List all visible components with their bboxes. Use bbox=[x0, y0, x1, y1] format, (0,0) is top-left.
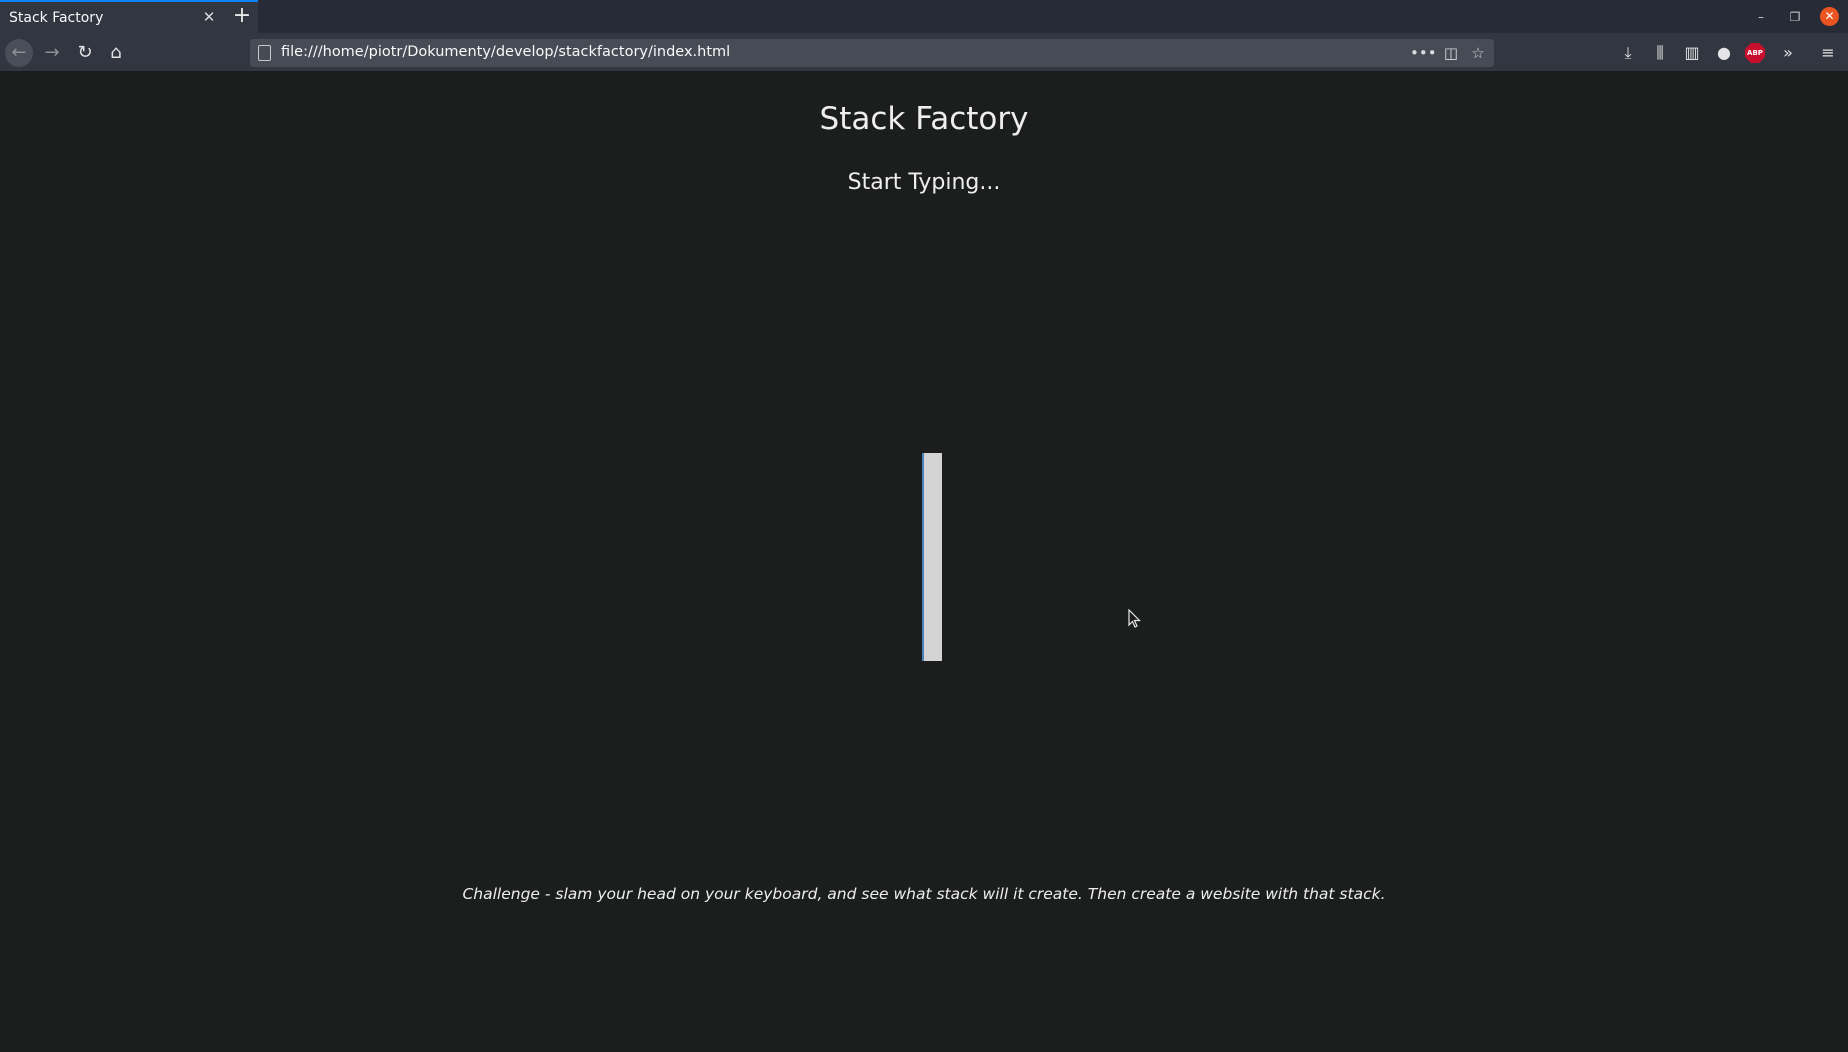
bookmark-star-icon[interactable]: ☆ bbox=[1467, 43, 1489, 63]
tab-strip: Stack Factory ✕ + – ❐ ✕ bbox=[0, 0, 1848, 33]
tab-title: Stack Factory bbox=[9, 10, 104, 26]
page-icon bbox=[258, 45, 271, 61]
page-actions-icon[interactable]: ••• bbox=[1410, 43, 1437, 63]
close-tab-icon[interactable]: ✕ bbox=[198, 6, 220, 28]
home-button[interactable]: ⌂ bbox=[102, 39, 130, 67]
adblock-plus-icon[interactable]: ABP bbox=[1745, 43, 1765, 63]
navigation-toolbar: ← → ↻ ⌂ file:///home/piotr/Dokumenty/dev… bbox=[0, 33, 1848, 72]
back-button[interactable]: ← bbox=[5, 39, 33, 67]
tab-stack-factory[interactable]: Stack Factory ✕ bbox=[0, 0, 258, 33]
minimize-window-icon[interactable]: – bbox=[1751, 7, 1771, 27]
stack-bar bbox=[922, 453, 942, 661]
close-window-button[interactable]: ✕ bbox=[1820, 7, 1839, 26]
start-typing-prompt: Start Typing... bbox=[847, 170, 1001, 195]
restore-window-icon[interactable]: ❐ bbox=[1785, 7, 1805, 27]
overflow-chevron-icon[interactable]: » bbox=[1777, 42, 1799, 64]
challenge-text: Challenge - slam your head on your keybo… bbox=[462, 885, 1386, 903]
downloads-icon[interactable]: ⤓ bbox=[1617, 42, 1639, 64]
url-bar[interactable]: file:///home/piotr/Dokumenty/develop/sta… bbox=[250, 39, 1494, 67]
page-content: Stack Factory Start Typing... Challenge … bbox=[0, 73, 1848, 1052]
reload-button[interactable]: ↻ bbox=[71, 39, 99, 67]
forward-button[interactable]: → bbox=[38, 39, 66, 67]
pocket-icon[interactable]: ◫ bbox=[1440, 43, 1462, 63]
hamburger-menu-icon[interactable]: ≡ bbox=[1817, 42, 1839, 64]
url-text[interactable]: file:///home/piotr/Dokumenty/develop/sta… bbox=[281, 44, 730, 60]
account-icon[interactable]: ● bbox=[1713, 42, 1735, 64]
mouse-pointer-icon bbox=[1128, 609, 1141, 628]
page-title: Stack Factory bbox=[819, 101, 1029, 137]
new-tab-button[interactable]: + bbox=[230, 3, 254, 29]
sidebar-icon[interactable]: ▥ bbox=[1681, 42, 1703, 64]
library-icon[interactable]: ⫼ bbox=[1649, 42, 1671, 64]
